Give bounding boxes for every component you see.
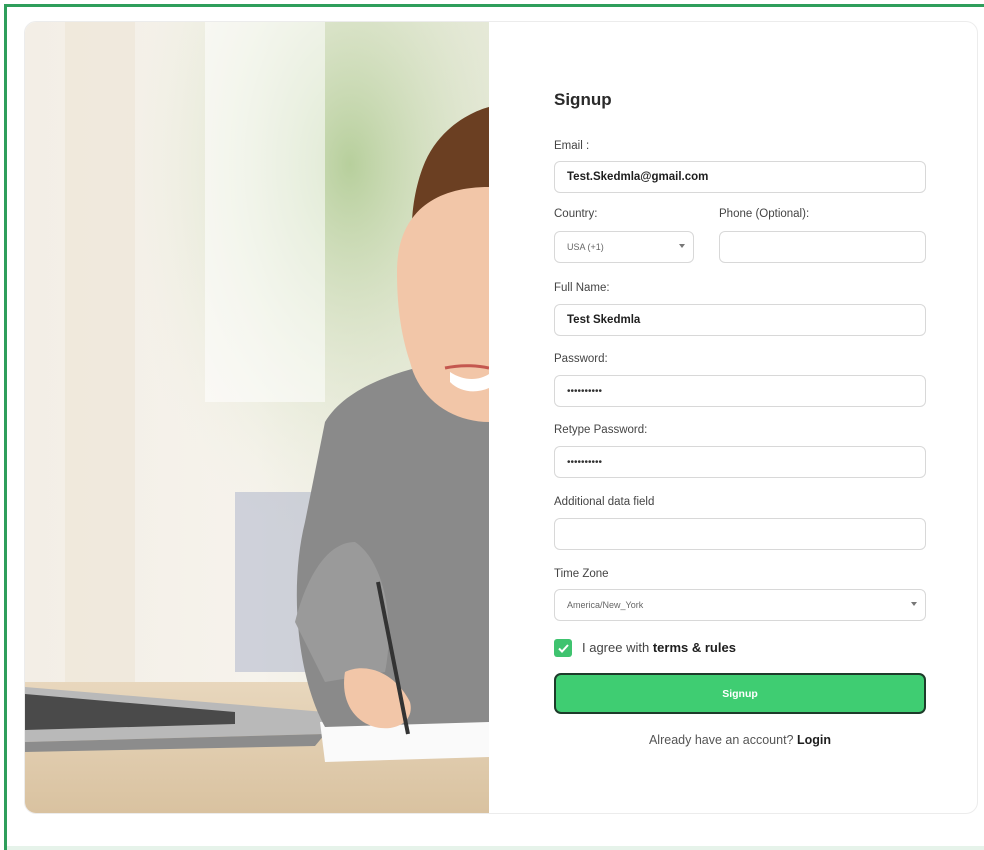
terms-link[interactable]: terms & rules [653, 640, 736, 655]
login-prompt: Already have an account? Login [554, 733, 926, 747]
email-field[interactable]: Test.Skedmla@gmail.com [554, 161, 926, 193]
login-link[interactable]: Login [797, 733, 831, 747]
phone-label: Phone (Optional): [719, 208, 810, 220]
signup-form: Signup Email : Test.Skedmla@gmail.com Co… [554, 22, 954, 813]
agree-text: I agree with terms & rules [582, 640, 736, 655]
frame-bottom-strip [7, 846, 984, 850]
frame-top-border [4, 4, 984, 7]
country-select[interactable]: USA (+1) [554, 231, 694, 263]
password-field[interactable]: •••••••••• [554, 375, 926, 407]
password-value: •••••••••• [567, 385, 603, 397]
retype-password-value: •••••••••• [567, 456, 603, 468]
retype-password-label: Retype Password: [554, 424, 648, 436]
signup-button[interactable]: Signup [554, 673, 926, 714]
country-value: USA (+1) [567, 242, 604, 252]
phone-field[interactable] [719, 231, 926, 263]
email-label: Email : [554, 140, 590, 152]
timezone-select[interactable]: America/New_York [554, 589, 926, 621]
fullname-field[interactable]: Test Skedmla [554, 304, 926, 336]
chevron-down-icon [911, 602, 917, 606]
hero-photo [25, 22, 489, 813]
agree-prefix: I agree with [582, 640, 650, 655]
form-title: Signup [554, 90, 612, 109]
agree-checkbox[interactable] [554, 639, 572, 657]
fullname-label: Full Name: [554, 282, 610, 294]
additional-data-field[interactable] [554, 518, 926, 550]
retype-password-field[interactable]: •••••••••• [554, 446, 926, 478]
timezone-value: America/New_York [567, 600, 644, 610]
frame-left-border [4, 4, 7, 850]
chevron-down-icon [679, 244, 685, 248]
fullname-value: Test Skedmla [567, 314, 641, 326]
email-value: Test.Skedmla@gmail.com [567, 171, 709, 183]
timezone-label: Time Zone [554, 568, 609, 580]
check-icon [557, 643, 569, 653]
country-label: Country: [554, 208, 598, 220]
already-text: Already have an account? [648, 733, 794, 747]
additional-field-label: Additional data field [554, 496, 655, 508]
password-label: Password: [554, 353, 608, 365]
signup-card: Signup Email : Test.Skedmla@gmail.com Co… [24, 21, 978, 814]
